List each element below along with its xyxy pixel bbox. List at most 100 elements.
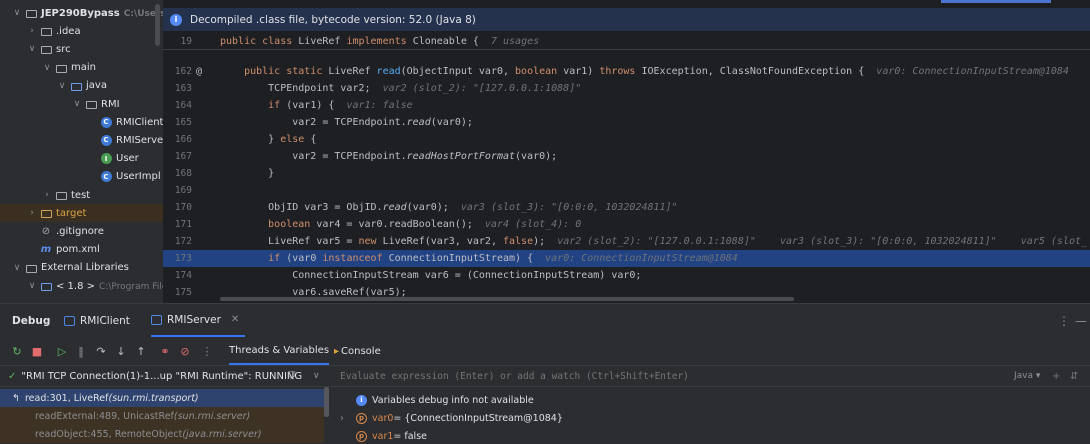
code-line[interactable]: 173 if (var0 instanceof ConnectionInputS… [163,250,1090,267]
line-number[interactable]: 163 [163,83,192,94]
code-line[interactable]: 163 TCPEndpoint var2; var2 (slot_2): "[1… [163,80,1090,97]
line-number[interactable]: 174 [163,270,192,281]
line-number[interactable]: 171 [163,219,192,230]
stack-frame[interactable]: readExternal:489, UnicastRef (sun.rmi.se… [0,407,324,425]
project-scrollbar[interactable] [155,4,160,46]
code-line[interactable]: 169 [163,182,1090,199]
code-line[interactable]: 164 if (var1) { var1: false [163,97,1090,114]
sticky-class-header[interactable]: 19 public class LiveRef implements Clonea… [163,33,1090,50]
line-number[interactable]: 172 [163,236,192,247]
evaluate-expression-bar[interactable]: Java ▾ + ⇵ [330,365,1090,387]
code-line[interactable]: 170 ObjID var3 = ObjID.read(var0); var3 … [163,199,1090,216]
chevron-down-icon[interactable]: ∨ [57,81,67,91]
mute-breakpoints-icon[interactable]: ⊘ [178,344,192,358]
chevron-right-icon[interactable]: › [340,413,356,424]
stop-icon[interactable]: ■ [30,344,44,358]
code-line[interactable]: 165 var2 = TCPEndpoint.read(var0); [163,114,1090,131]
code-line[interactable]: 166 } else { [163,131,1090,148]
filter-icon[interactable]: ⛉ [288,371,296,382]
step-into-icon[interactable]: ↓ [114,344,128,358]
line-number[interactable]: 166 [163,134,192,145]
view-breakpoints-icon[interactable]: ⚭ [158,344,172,358]
code-line[interactable]: 174 ConnectionInputStream var6 = (Connec… [163,267,1090,284]
chevron-down-icon[interactable]: ∨ [313,371,320,381]
line-number[interactable]: 167 [163,151,192,162]
tree-rmi-package[interactable]: ∨ RMI [0,95,163,113]
line-number[interactable]: 170 [163,202,192,213]
tree-test-folder[interactable]: › test [0,186,163,204]
chevron-down-icon[interactable]: ∨ [27,281,37,291]
tab-threads-variables[interactable]: Threads & Variables [229,337,330,365]
tree-external-libraries[interactable]: ∨ External Libraries [0,259,163,277]
stack-frame[interactable]: ↰ read:301, LiveRef (sun.rmi.transport) [0,389,324,407]
tree-user-file[interactable]: I User [0,150,163,168]
more-toolbar-icon[interactable]: ⋮ [200,344,214,358]
tree-rmiserver-file[interactable]: C RMIServer [0,131,163,149]
line-number[interactable]: 169 [163,185,192,196]
override-marker-icon[interactable]: @ [196,66,202,77]
tree-target-folder[interactable]: › target [0,204,163,223]
evaluate-input[interactable] [340,370,940,382]
code-line[interactable]: 171 boolean var4 = var0.readBoolean(); v… [163,216,1090,233]
code-text: ConnectionInputStream var6 = (Connection… [220,270,641,281]
code-editor[interactable]: 19 public class LiveRef implements Clonea… [163,31,1090,303]
add-watch-icon[interactable]: + [1052,371,1060,382]
stack-frame[interactable]: readObject:455, RemoteObject (java.rmi.s… [0,425,324,443]
line-number[interactable]: 162 [163,66,192,77]
folder-icon [40,25,52,37]
tree-item-text: JEP290Bypass [41,7,120,19]
rerun-icon[interactable]: ↻ [10,344,24,358]
chevron-right-icon[interactable]: › [27,26,37,36]
tree-gitignore-file[interactable]: ⊘ .gitignore [0,222,163,240]
language-selector[interactable]: Java ▾ [1014,371,1040,381]
tab-rmiserver[interactable]: RMIServer ✕ [151,304,246,337]
tab-console[interactable]: ▸ Console [334,337,381,365]
var0-row[interactable]: › p var0 = {ConnectionInputStream@1084} [340,409,1090,427]
code-line[interactable]: 172 LiveRef var5 = new LiveRef(var3, var… [163,233,1090,250]
line-number[interactable]: 173 [163,253,192,264]
resume-icon[interactable]: ▷ [55,344,69,358]
code-line[interactable]: 168 } [163,165,1090,182]
line-number[interactable]: 175 [163,287,192,298]
tree-main-folder[interactable]: ∨ main [0,59,163,77]
debug-info-row[interactable]: i Variables debug info not available [340,391,1090,409]
close-tab-icon[interactable]: ✕ [231,314,239,325]
chevron-right-icon[interactable]: › [27,208,37,218]
code-token: TCPEndpoint var2; [220,83,383,94]
tree-project-root[interactable]: ∨ JEP290BypassC:\Users\Fe [0,4,163,22]
chevron-down-icon[interactable]: ∨ [12,8,22,18]
more-options-icon[interactable]: ⋮ [1058,304,1070,337]
code-token: IOException, ClassNotFoundException { [641,66,877,77]
tab-rmiclient[interactable]: RMIClient [64,304,130,337]
tree-src-folder[interactable]: ∨ src [0,40,163,58]
tree-jdk-library[interactable]: ∨ < 1.8 >C:\Program Files [0,277,163,295]
code-line[interactable]: 167 var2 = TCPEndpoint.readHostPortForma… [163,148,1090,165]
tree-pom-file[interactable]: m pom.xml [0,241,163,259]
chevron-down-icon[interactable]: ∨ [72,99,82,109]
chevron-down-icon[interactable]: ∨ [42,63,52,73]
editor-horizontal-scrollbar[interactable] [220,297,794,301]
thread-selector[interactable]: ✓ "RMI TCP Connection(1)-1...up "RMI Run… [0,365,330,387]
line-number[interactable]: 165 [163,117,192,128]
chevron-down-icon[interactable]: ∨ [27,44,37,54]
var1-row[interactable]: p var1 = false [340,427,1090,444]
minimize-icon[interactable]: — [1075,304,1087,337]
line-number[interactable]: 164 [163,100,192,111]
code-line[interactable]: 162 public static LiveRef read(ObjectInp… [163,63,1090,80]
frames-scrollbar[interactable] [324,387,329,417]
step-over-icon[interactable]: ↷ [94,344,108,358]
tab-console-label: Console [341,345,381,357]
folder-icon [40,207,52,219]
tree-userimpl-file[interactable]: C UserImpl [0,168,163,186]
line-number[interactable]: 19 [163,36,192,47]
tree-java-folder[interactable]: ∨ java [0,77,163,95]
step-out-icon[interactable]: ↑ [134,344,148,358]
code-text: var2 = TCPEndpoint.read(var0); [220,117,473,128]
pause-icon[interactable]: ‖ [74,344,88,358]
line-number[interactable]: 168 [163,168,192,179]
chevron-down-icon[interactable]: ∨ [12,263,22,273]
chevron-right-icon[interactable]: › [42,190,52,200]
tree-idea-folder[interactable]: › .idea [0,22,163,40]
expand-icon[interactable]: ⇵ [1070,371,1078,382]
tree-rmiclient-file[interactable]: C RMIClient [0,113,163,131]
